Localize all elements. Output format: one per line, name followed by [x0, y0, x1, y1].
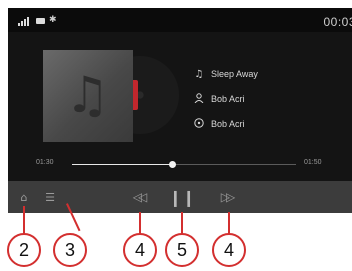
disc-icon	[193, 117, 205, 131]
rewind-button[interactable]: ◁◁	[120, 181, 156, 213]
track-info: ♫ Sleep Away Bob Acri Bob Acri	[193, 66, 258, 141]
track-album: Bob Acri	[211, 119, 245, 129]
clock: 00:03	[323, 15, 352, 29]
track-album-row: Bob Acri	[193, 116, 258, 132]
progress-row: 01:30 01:50	[8, 158, 352, 172]
callout-line-2	[23, 206, 25, 234]
battery-icon	[36, 18, 45, 24]
status-bar: ✱ 00:03	[8, 8, 352, 32]
bluetooth-icon: ✱	[49, 15, 57, 25]
callout-2: 2	[7, 233, 41, 267]
callout-line-4a	[139, 212, 141, 234]
callout-3: 3	[53, 233, 87, 267]
controls-bar: ⌂ ☰ ◁◁ ❙❙ ▷▷	[8, 181, 352, 213]
callout-line-4b	[228, 212, 230, 234]
callout-line-5	[181, 212, 183, 234]
album-art: ♫	[43, 50, 133, 142]
music-note-icon: ♫	[194, 68, 204, 80]
playlist-button[interactable]: ☰	[38, 181, 62, 213]
home-icon: ⌂	[20, 190, 28, 204]
progress-knob[interactable]	[169, 161, 177, 168]
forward-icon: ▷▷	[220, 190, 236, 204]
person-icon	[193, 92, 205, 106]
callout-4: 4	[123, 233, 157, 267]
playlist-icon: ☰	[45, 190, 55, 204]
progress-bar[interactable]	[72, 164, 296, 165]
rewind-icon: ◁◁	[132, 190, 148, 204]
pause-icon: ❙❙	[168, 187, 196, 207]
callout-5: 5	[165, 233, 199, 267]
track-artist-row: Bob Acri	[193, 91, 258, 107]
total-time: 01:50	[304, 159, 322, 166]
music-player-screen: ✱ 00:03 ♫ ♫ Sleep Away Bob Acri	[8, 8, 352, 213]
forward-button[interactable]: ▷▷	[208, 181, 244, 213]
track-title: Sleep Away	[211, 69, 258, 79]
track-artist: Bob Acri	[211, 94, 245, 104]
progress-fill	[72, 164, 173, 165]
elapsed-time: 01:30	[36, 159, 54, 166]
pause-button[interactable]: ❙❙	[168, 181, 196, 213]
music-note-icon: ♫	[65, 66, 110, 124]
track-title-row: ♫ Sleep Away	[193, 66, 258, 82]
callout-4: 4	[212, 233, 246, 267]
signal-icon	[18, 17, 29, 26]
